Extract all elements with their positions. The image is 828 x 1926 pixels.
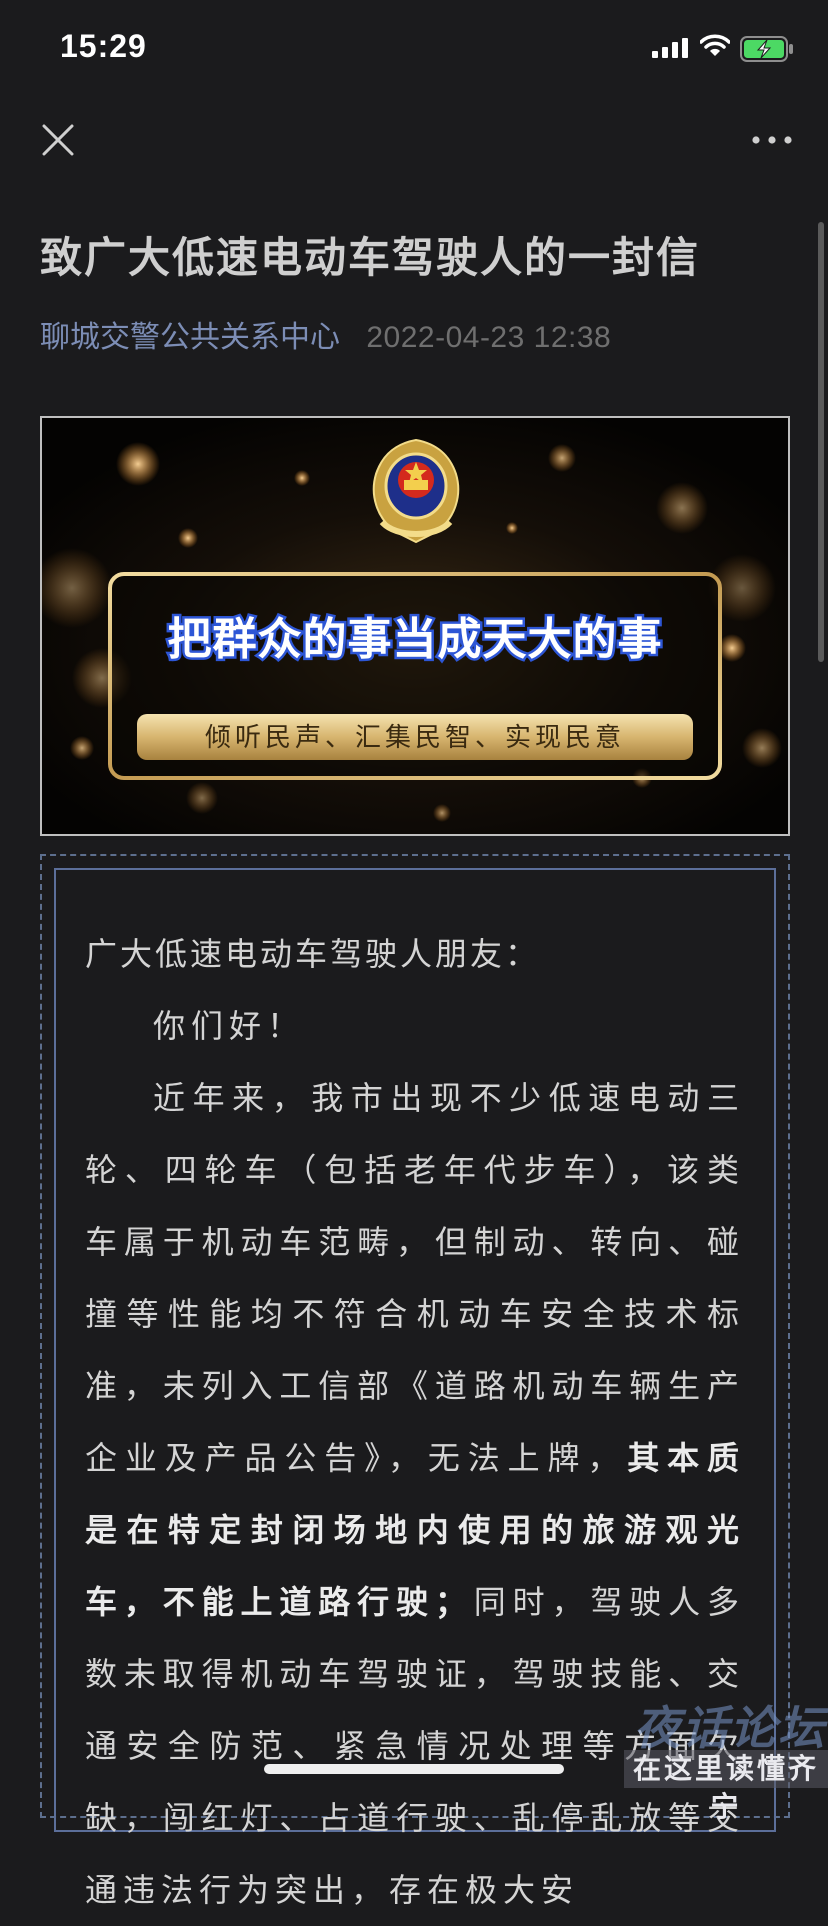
watermark-title: 夜话论坛 — [634, 1702, 826, 1754]
police-emblem — [372, 438, 460, 544]
article-date: 2022-04-23 12:38 — [366, 321, 612, 354]
article-title: 致广大低速电动车驾驶人的一封信 — [40, 234, 701, 281]
letter-paragraph: 近年来，我市出现不少低速电动三轮、四轮车（包括老年代步车），该类车属于机动车范畴… — [85, 1062, 745, 1926]
letter-text: 近年来，我市出现不少低速电动三轮、四轮车（包括老年代步车），该类车属于机动车范畴… — [85, 1080, 745, 1476]
banner-headline: 把群众的事当成天大的事 — [168, 614, 663, 665]
letter-greeting: 你们好！ — [153, 1008, 306, 1044]
watermark-tagline: 在这里读懂齐宁 — [624, 1750, 828, 1822]
status-bar: 15:29 — [0, 0, 828, 100]
more-options-icon[interactable] — [748, 122, 796, 158]
article-author-link[interactable]: 聊城交警公共关系中心 — [40, 321, 340, 354]
banner-slogan: 倾听民声、汇集民智、实现民意 — [205, 723, 625, 753]
wifi-icon — [700, 34, 730, 56]
letter-salutation: 广大低速电动车驾驶人朋友： — [85, 936, 541, 972]
close-icon[interactable] — [38, 120, 78, 160]
banner-image: 把群众的事当成天大的事 倾听民声、汇集民智、实现民意 — [40, 416, 790, 836]
nav-bar — [0, 100, 828, 180]
home-indicator[interactable] — [264, 1764, 564, 1774]
cellular-signal-icon — [652, 38, 688, 58]
article-meta: 聊城交警公共关系中心 2022-04-23 12:38 — [40, 312, 611, 356]
scrollbar[interactable] — [818, 222, 824, 662]
status-time: 15:29 — [60, 28, 147, 64]
forum-watermark: 夜话论坛 在这里读懂齐宁 — [616, 1690, 828, 1822]
battery-charging-icon — [740, 36, 793, 62]
